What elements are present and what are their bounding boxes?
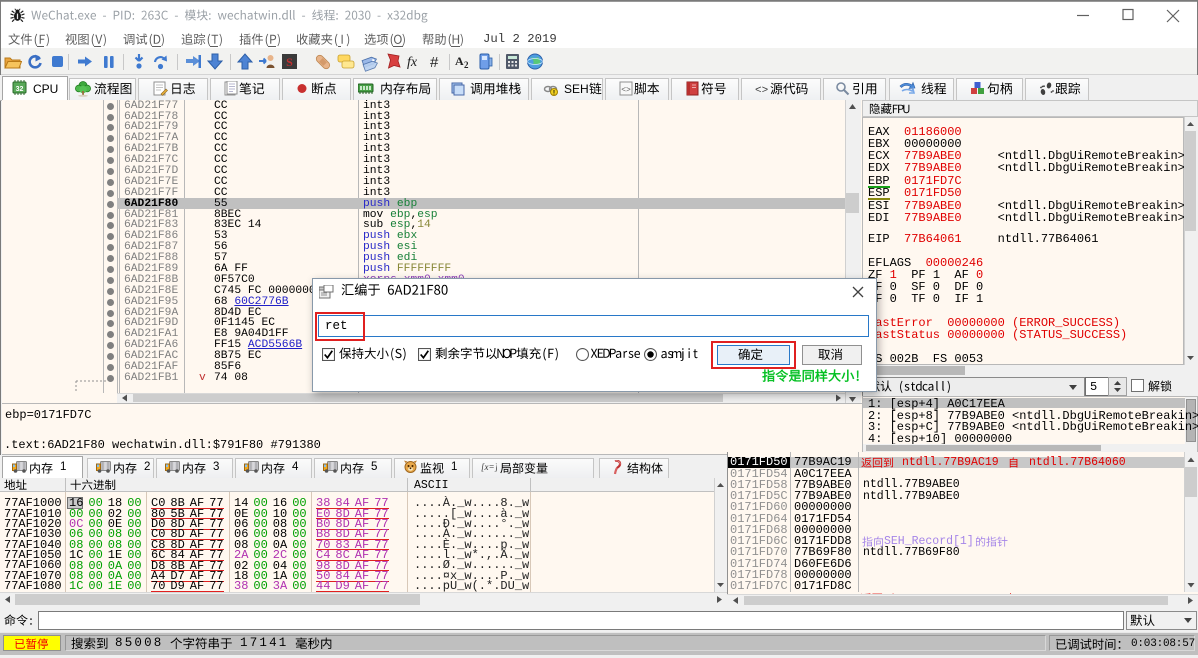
svg-text:A: A (455, 54, 464, 68)
svg-text:<>: <> (755, 85, 768, 97)
svg-text:32: 32 (16, 86, 24, 93)
svg-text:<>: <> (621, 86, 631, 95)
svg-text:2: 2 (464, 60, 469, 70)
svg-text:fx: fx (407, 55, 418, 70)
svg-text:#: # (430, 54, 439, 71)
svg-text:!: ! (553, 91, 555, 97)
svg-text:S: S (286, 55, 293, 69)
svg-text:[x=]: [x=] (481, 462, 497, 472)
